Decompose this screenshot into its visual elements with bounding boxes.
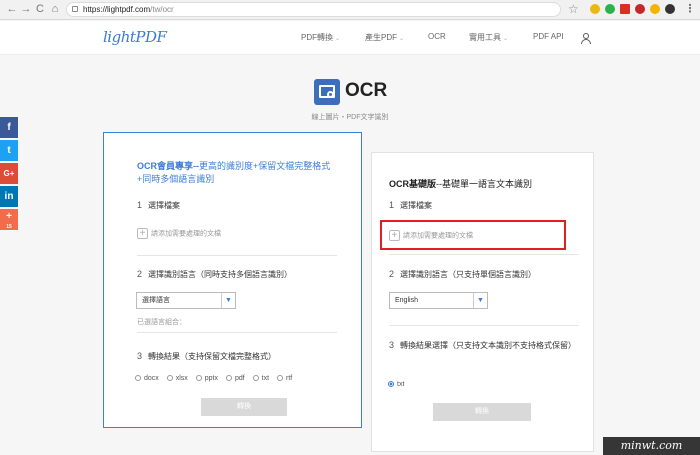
highlight-box — [380, 220, 566, 250]
format-options: docx xlsx pptx pdf txt rtf — [135, 375, 298, 382]
page-title: OCR — [345, 80, 388, 101]
format-options: txt — [388, 381, 410, 388]
divider — [389, 325, 579, 326]
format-pdf[interactable]: pdf — [225, 375, 245, 382]
lock-icon — [72, 6, 78, 12]
forward-icon[interactable]: → — [19, 2, 33, 16]
dropdown-arrow-icon: ▼ — [473, 293, 487, 308]
menu-pdf-convert[interactable]: PDF轉換 ⌄ — [301, 32, 340, 43]
format-docx[interactable]: docx — [135, 375, 159, 382]
page-subtitle: 線上圖片・PDF文字識別 — [311, 114, 389, 121]
basic-ocr-card: OCR基礎版--基礎單一語言文本識別 1 選擇檔案 + 請添加需要處理的文檔 2 選擇… — [371, 152, 594, 452]
divider — [389, 254, 579, 255]
divider — [137, 255, 337, 256]
watermark: minwt.com — [603, 437, 700, 455]
language-select[interactable]: English ▼ — [389, 292, 488, 309]
extension-icon[interactable] — [635, 4, 645, 14]
step-output-format: 3 轉換結果（支持保留文檔完整格式） — [137, 351, 277, 361]
bookmark-star-icon[interactable]: ☆ — [568, 2, 579, 16]
menu-pdf-api[interactable]: PDF API — [533, 32, 564, 41]
step-select-file: 1 選擇檔案 — [137, 200, 181, 210]
format-txt[interactable]: txt — [252, 375, 269, 382]
dropdown-arrow-icon: ▼ — [221, 293, 235, 308]
step-select-language: 2 選擇識別語言（只支持單個語言識別） — [389, 269, 537, 279]
menu-create-pdf[interactable]: 產生PDF ⌄ — [365, 32, 404, 43]
back-icon[interactable]: ← — [5, 2, 19, 16]
site-logo[interactable]: lightPDF — [103, 28, 167, 46]
url-host: https://lightpdf.com — [83, 5, 151, 14]
linkedin-share-icon[interactable]: in — [0, 186, 18, 207]
plus-icon: + — [137, 228, 148, 239]
chevron-down-icon: ⌄ — [335, 36, 341, 42]
premium-card-title: OCR會員專享--更高的識別度+保留文檔完整格式+同時多個語言識別 — [137, 161, 331, 184]
google-plus-share-icon[interactable]: G+ — [0, 163, 18, 184]
divider — [137, 332, 337, 333]
more-share-icon[interactable]: + 15 — [0, 209, 18, 230]
convert-button[interactable]: 轉換 — [433, 403, 531, 421]
step-select-language: 2 選擇識別語言（同時支持多個語言識別） — [137, 269, 293, 279]
share-count: 15 — [6, 224, 12, 230]
menu-ocr[interactable]: OCR — [428, 32, 446, 41]
facebook-share-icon[interactable]: f — [0, 117, 18, 138]
extension-icon[interactable] — [665, 4, 675, 14]
premium-ocr-card: OCR會員專享--更高的識別度+保留文檔完整格式+同時多個語言識別 1 選擇檔案 … — [103, 132, 362, 428]
ocr-icon — [314, 79, 340, 105]
extension-icon[interactable] — [590, 4, 600, 14]
selected-languages-label: 已選語言組合： — [137, 319, 186, 326]
menu-kebab-icon[interactable]: ⋮ — [683, 2, 697, 16]
reload-icon[interactable]: C — [33, 2, 47, 16]
site-header: lightPDF PDF轉換 ⌄ 產生PDF ⌄ OCR 實用工具 ⌄ PDF API — [0, 21, 700, 55]
format-txt[interactable]: txt — [388, 381, 404, 388]
twitter-share-icon[interactable]: t — [0, 140, 18, 161]
menu-tools[interactable]: 實用工具 ⌄ — [469, 32, 508, 43]
extension-icon[interactable] — [605, 4, 615, 14]
url-path: /tw/ocr — [150, 5, 174, 14]
chevron-down-icon: ⌄ — [399, 36, 405, 42]
add-file-button[interactable]: + 請添加需要處理的文檔 — [137, 228, 221, 239]
gmail-icon[interactable] — [620, 4, 630, 14]
step-select-file: 1 選擇檔案 — [389, 200, 433, 210]
user-icon[interactable] — [581, 33, 591, 44]
format-xlsx[interactable]: xlsx — [166, 375, 188, 382]
basic-card-title: OCR基礎版--基礎單一語言文本識別 — [389, 179, 532, 189]
step-output-format: 3 轉換結果選擇（只支持文本識別不支持格式保留） — [389, 340, 577, 350]
format-pptx[interactable]: pptx — [195, 375, 218, 382]
address-bar[interactable]: https://lightpdf.com/tw/ocr — [66, 2, 561, 17]
chevron-down-icon: ⌄ — [503, 36, 509, 42]
convert-button[interactable]: 轉換 — [201, 398, 287, 416]
home-icon[interactable]: ⌂ — [48, 2, 62, 16]
browser-toolbar: ← → C ⌂ https://lightpdf.com/tw/ocr ☆ ⋮ — [0, 0, 700, 20]
language-select[interactable]: 選擇語言 ▼ — [136, 292, 236, 309]
extension-icon[interactable] — [650, 4, 660, 14]
format-rtf[interactable]: rtf — [276, 375, 292, 382]
